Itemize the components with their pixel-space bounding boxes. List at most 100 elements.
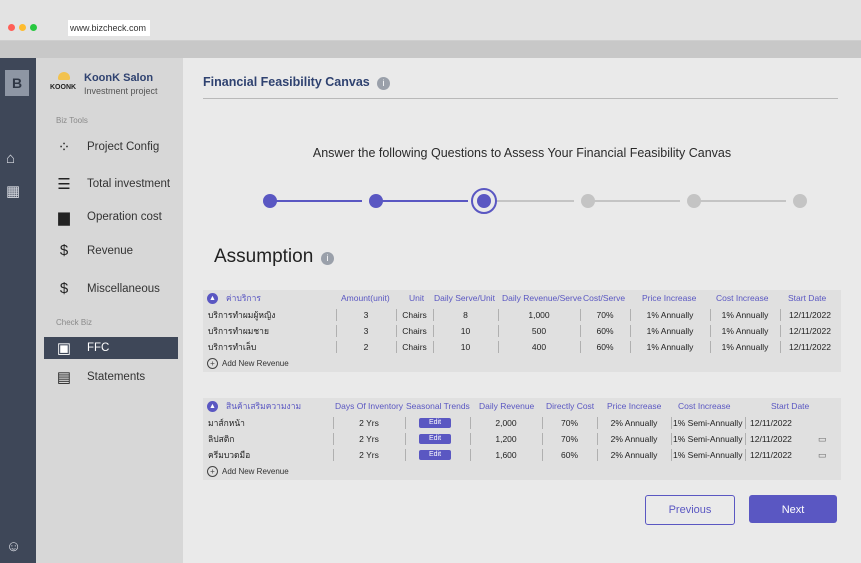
cost-increase-cell[interactable]: 1% Annually: [710, 339, 780, 355]
amount-cell[interactable]: 2: [336, 339, 396, 355]
unit-cell[interactable]: Chairs: [396, 307, 433, 323]
table-row[interactable]: บริการทำผมผู้หญิง 3 Chairs 8 1,000 70% 1…: [203, 307, 841, 323]
daily-revenue-cell[interactable]: 1,200: [470, 431, 542, 447]
sidebar-item-revenue[interactable]: $ Revenue: [54, 242, 182, 264]
inventory-days-cell[interactable]: 2 Yrs: [333, 415, 405, 431]
table-row[interactable]: บริการทำผมชาย 3 Chairs 10 500 60% 1% Ann…: [203, 323, 841, 339]
unit-cell[interactable]: Chairs: [396, 339, 433, 355]
start-date-cell[interactable]: 12/11/2022: [750, 447, 792, 463]
price-increase-cell[interactable]: 1% Annually: [630, 339, 710, 355]
sidebar-item-statements[interactable]: ▤ Statements: [54, 368, 182, 390]
maximize-window-dot[interactable]: [30, 24, 37, 31]
info-icon[interactable]: i: [377, 77, 390, 90]
price-increase-cell[interactable]: 2% Annually: [597, 431, 671, 447]
sidebar-item-label: Project Config: [87, 141, 160, 153]
daily-revenue-cell[interactable]: 2,000: [470, 415, 542, 431]
sidebar-item-total-investment[interactable]: ☰ Total investment: [54, 175, 182, 197]
cost-cell[interactable]: 60%: [580, 323, 630, 339]
start-date-cell[interactable]: 12/11/2022: [780, 307, 840, 323]
brand-logo: KOONK: [50, 70, 78, 98]
previous-button[interactable]: Previous: [645, 495, 735, 525]
step-pending[interactable]: [793, 194, 807, 208]
price-increase-cell[interactable]: 1% Annually: [630, 307, 710, 323]
next-button[interactable]: Next: [749, 495, 837, 523]
price-increase-cell[interactable]: 1% Annually: [630, 323, 710, 339]
cost-increase-cell[interactable]: 1% Annually: [710, 307, 780, 323]
column-divider: [745, 449, 746, 461]
cost-increase-cell[interactable]: 1% Semi-Annually: [673, 431, 742, 447]
collapse-icon[interactable]: ▲: [207, 401, 218, 412]
user-icon[interactable]: ☺: [6, 538, 21, 555]
service-name: บริการทำผมผู้หญิง: [208, 310, 276, 320]
amount-cell[interactable]: 3: [336, 323, 396, 339]
direct-cost-cell[interactable]: 60%: [542, 447, 597, 463]
section-biz-tools: Biz Tools: [56, 116, 88, 125]
minimize-window-dot[interactable]: [19, 24, 26, 31]
service-name: บริการทำเล็บ: [208, 342, 257, 352]
step-completed[interactable]: [263, 194, 277, 208]
step-pending[interactable]: [581, 194, 595, 208]
edit-seasonal-button[interactable]: Edit: [419, 418, 451, 428]
price-increase-cell[interactable]: 2% Annually: [597, 415, 671, 431]
column-header: Price Increase: [642, 293, 697, 303]
info-icon[interactable]: i: [321, 252, 334, 265]
inventory-days-cell[interactable]: 2 Yrs: [333, 431, 405, 447]
sidebar-item-ffc[interactable]: ▣ FFC: [44, 337, 178, 359]
edit-seasonal-button[interactable]: Edit: [419, 434, 451, 444]
step-current[interactable]: [471, 188, 497, 214]
daily-revenue-cell[interactable]: 500: [498, 323, 580, 339]
calendar-icon[interactable]: ▭: [818, 447, 827, 463]
step-completed[interactable]: [369, 194, 383, 208]
daily-revenue-cell[interactable]: 1,600: [470, 447, 542, 463]
add-revenue-button[interactable]: + Add New Revenue: [203, 463, 841, 480]
step-connector: [270, 200, 362, 202]
address-bar[interactable]: www.bizcheck.com: [68, 20, 150, 36]
collapse-icon[interactable]: ▲: [207, 293, 218, 304]
cost-increase-cell[interactable]: 1% Semi-Annually: [673, 415, 742, 431]
start-date-cell[interactable]: 12/11/2022: [780, 323, 840, 339]
app-logo[interactable]: B: [5, 70, 29, 96]
sidebar-item-operation-cost[interactable]: ▆ Operation cost: [54, 208, 182, 230]
daily-serve-cell[interactable]: 8: [433, 307, 498, 323]
daily-revenue-cell[interactable]: 1,000: [498, 307, 580, 323]
daily-serve-cell[interactable]: 10: [433, 323, 498, 339]
home-icon[interactable]: ⌂: [6, 150, 15, 167]
sidebar-item-miscellaneous[interactable]: $ Miscellaneous: [54, 280, 182, 302]
coins-icon: ☰: [57, 176, 71, 193]
cost-increase-cell[interactable]: 1% Semi-Annually: [673, 447, 742, 463]
table-row[interactable]: มาส์กหน้า 2 Yrs Edit 2,000 70% 2% Annual…: [203, 415, 841, 431]
start-date-cell[interactable]: 12/11/2022: [750, 415, 792, 431]
service-name: บริการทำผมชาย: [208, 326, 269, 336]
products-table-header: ▲ สินค้าเสริมความงาม Days Of Inventory S…: [203, 398, 841, 415]
add-revenue-button[interactable]: + Add New Revenue: [203, 355, 841, 372]
daily-serve-cell[interactable]: 10: [433, 339, 498, 355]
column-divider: [671, 433, 672, 445]
table-row[interactable]: ลิปสติก 2 Yrs Edit 1,200 70% 2% Annually…: [203, 431, 841, 447]
cost-cell[interactable]: 70%: [580, 307, 630, 323]
dashboard-icon[interactable]: ▦: [6, 182, 20, 200]
add-revenue-label: Add New Revenue: [222, 467, 289, 476]
amount-cell[interactable]: 3: [336, 307, 396, 323]
dollar-circle-icon: $: [59, 280, 69, 297]
section-check-biz: Check Biz: [56, 318, 93, 327]
cost-cell[interactable]: 60%: [580, 339, 630, 355]
start-date-cell[interactable]: 12/11/2022: [780, 339, 840, 355]
direct-cost-cell[interactable]: 70%: [542, 415, 597, 431]
calendar-icon[interactable]: ▭: [818, 431, 827, 447]
close-window-dot[interactable]: [8, 24, 15, 31]
sidebar-item-project-config[interactable]: ⁘ Project Config: [54, 138, 182, 160]
daily-revenue-cell[interactable]: 400: [498, 339, 580, 355]
price-increase-cell[interactable]: 2% Annually: [597, 447, 671, 463]
unit-cell[interactable]: Chairs: [396, 323, 433, 339]
product-name: มาส์กหน้า: [208, 418, 245, 428]
column-header: Amount(unit): [341, 293, 390, 303]
table-row[interactable]: บริการทำเล็บ 2 Chairs 10 400 60% 1% Annu…: [203, 339, 841, 355]
start-date-cell[interactable]: 12/11/2022: [750, 431, 792, 447]
inventory-days-cell[interactable]: 2 Yrs: [333, 447, 405, 463]
edit-seasonal-button[interactable]: Edit: [419, 450, 451, 460]
sidebar-item-label: Statements: [87, 371, 146, 383]
direct-cost-cell[interactable]: 70%: [542, 431, 597, 447]
step-pending[interactable]: [687, 194, 701, 208]
table-row[interactable]: ครีมบวดมือ 2 Yrs Edit 1,600 60% 2% Annua…: [203, 447, 841, 463]
cost-increase-cell[interactable]: 1% Annually: [710, 323, 780, 339]
